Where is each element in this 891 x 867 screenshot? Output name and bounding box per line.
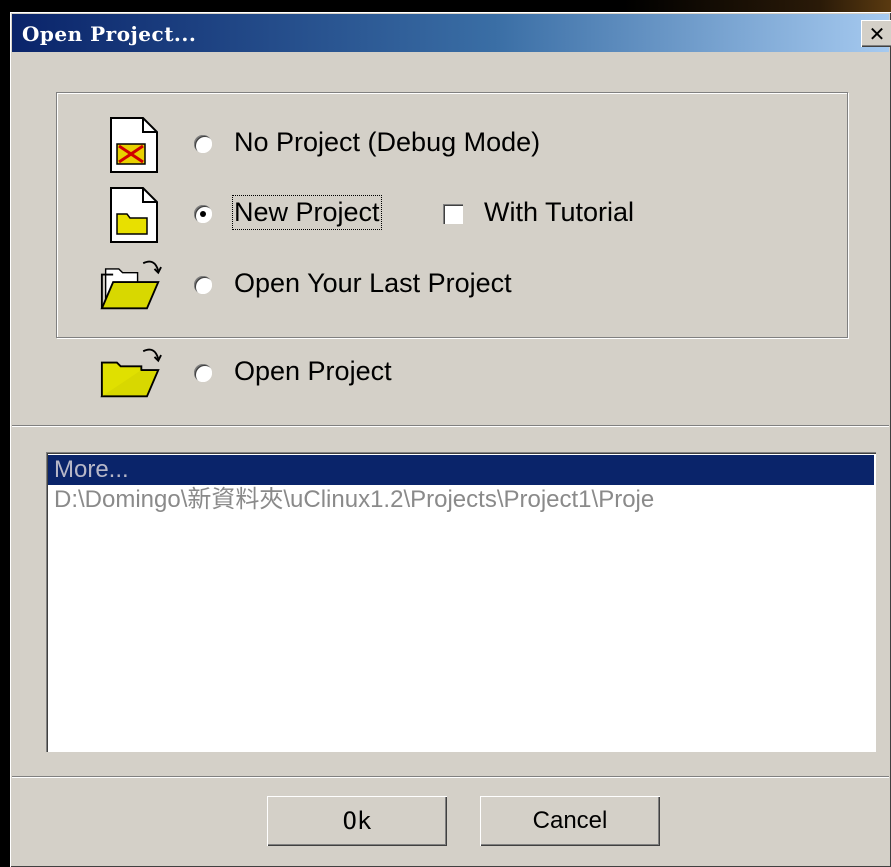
no-project-radio[interactable] xyxy=(194,135,212,153)
cancel-button-label: Cancel xyxy=(532,807,608,834)
open-folder-with-arrow-icon xyxy=(100,348,162,398)
list-item[interactable]: More... xyxy=(48,455,874,485)
open-last-project-radio[interactable] xyxy=(194,276,212,294)
recent-projects-list[interactable]: More... D:\Domingo\新資料夾\uClinux1.2\Proje… xyxy=(46,452,876,752)
with-tutorial-checkbox[interactable] xyxy=(443,204,463,224)
open-project-radio[interactable] xyxy=(194,364,212,382)
section-divider xyxy=(12,425,889,427)
document-with-cross-icon xyxy=(110,117,158,173)
ok-button-label: Ok xyxy=(342,807,372,835)
new-project-radio[interactable] xyxy=(194,205,212,223)
title-bar[interactable]: Open Project... ✕ xyxy=(12,14,891,52)
document-with-folder-icon xyxy=(110,187,158,243)
open-folder-with-arrow-icon xyxy=(100,260,162,310)
open-project-label[interactable]: Open Project xyxy=(234,356,392,387)
close-button[interactable]: ✕ xyxy=(861,20,891,47)
ok-button[interactable]: Ok xyxy=(267,796,447,846)
list-item[interactable]: D:\Domingo\新資料夾\uClinux1.2\Projects\Proj… xyxy=(48,485,874,515)
open-project-dialog: Open Project... ✕ No Project (Debug Mode… xyxy=(10,12,891,867)
with-tutorial-label[interactable]: With Tutorial xyxy=(484,197,634,228)
close-icon: ✕ xyxy=(868,21,886,46)
window-title: Open Project... xyxy=(22,22,197,46)
no-project-label[interactable]: No Project (Debug Mode) xyxy=(234,127,540,158)
new-project-label[interactable]: New Project xyxy=(232,195,382,230)
cancel-button[interactable]: Cancel xyxy=(480,796,660,846)
open-last-project-label[interactable]: Open Your Last Project xyxy=(234,268,512,299)
footer-divider xyxy=(12,776,889,778)
